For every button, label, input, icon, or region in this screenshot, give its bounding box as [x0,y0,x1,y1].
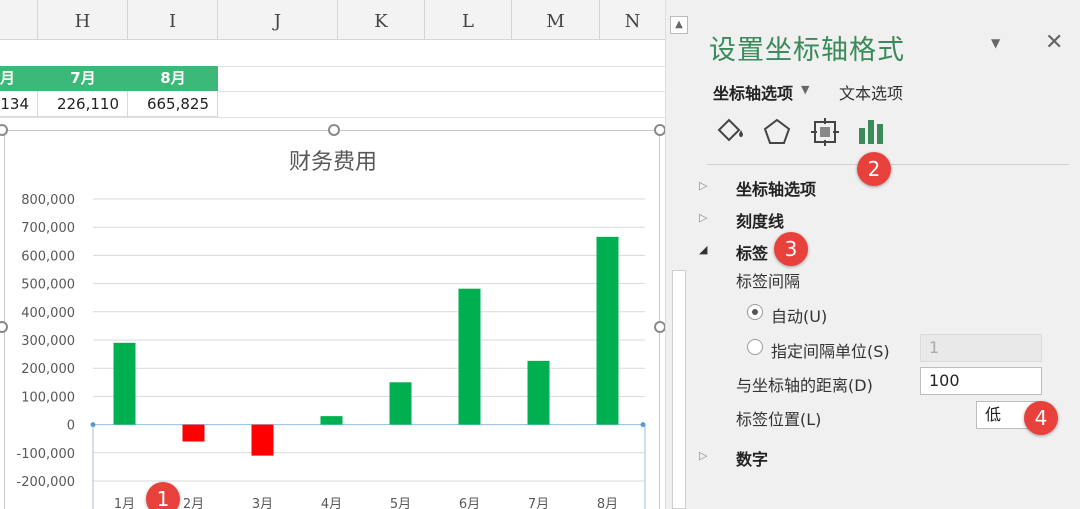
axis-handle [640,422,646,428]
x-tick-label: 2月 [183,497,204,509]
radio-specify-interval-label[interactable]: 指定间隔单位(S) [771,338,890,362]
bar [182,424,205,442]
y-tick-label: 400,000 [21,306,75,321]
section-tick-marks[interactable]: ▷ 刻度线 [699,208,785,232]
bar-chart: 财务费用 800,000 700,000 600,000 500,000 400,000 3… [17,150,646,509]
bar [596,236,619,425]
step-badge-2: 2 [857,152,891,186]
pane-title: 设置坐标轴格式 [709,35,905,66]
table-header-cell[interactable]: 7月 [38,66,128,91]
chevron-right-icon: ▷ [699,211,708,224]
section-label: 刻度线 [736,212,785,231]
chart-title: 财务费用 [289,150,377,175]
bar [320,416,343,425]
table-value-cell[interactable]: 226,110 [38,91,128,117]
x-tick-label: 6月 [459,497,480,509]
step-badge-4: 4 [1024,401,1058,435]
radio-specify-interval[interactable] [747,339,763,355]
vertical-scrollbar[interactable]: ▲ [665,0,691,509]
row-line [0,117,665,118]
y-tick-label: 600,000 [21,249,75,264]
table-value-cell[interactable]: 134 [0,91,38,117]
bar [527,360,550,425]
column-header-g[interactable] [0,0,38,40]
chevron-down-icon: ◢ [699,243,708,256]
x-tick-label: 3月 [252,497,273,509]
resize-handle[interactable] [654,321,665,333]
y-tick-label: 100,000 [21,390,75,405]
column-header-m[interactable]: M [512,0,600,40]
label-interval-label: 标签间隔 [736,272,801,291]
column-header-k[interactable]: K [338,0,425,40]
tab-axis-options[interactable]: 坐标轴选项 [713,80,793,104]
bar [113,342,136,425]
y-tick-label: -100,000 [17,447,75,462]
column-header-l[interactable]: L [425,0,512,40]
column-header-n[interactable]: N [600,0,665,40]
radio-selected-dot [752,309,758,315]
resize-handle[interactable] [328,124,340,136]
chevron-right-icon: ▷ [699,449,708,462]
caret-down-icon[interactable]: ▼ [991,36,1000,50]
radio-auto-label[interactable]: 自动(U) [771,303,827,327]
y-tick-label: 700,000 [21,221,75,236]
y-tick-label: 200,000 [21,362,75,377]
section-number[interactable]: ▷ 数字 [699,446,769,470]
fill-line-icon[interactable] [713,116,745,148]
scroll-thumb[interactable] [672,270,686,509]
y-tick-label: 800,000 [21,193,75,208]
axis-options-bar-icon[interactable] [855,116,887,148]
step-badge-1: 1 [146,482,180,509]
format-axis-pane: 设置坐标轴格式 ▼ ✕ 坐标轴选项 ▼ 文本选项 ▷ 坐标轴选项 ▷ 刻度线 ◢… [691,0,1080,509]
chevron-right-icon: ▷ [699,179,708,192]
axis-handle [90,422,96,428]
x-tick-label: 5月 [390,497,411,509]
spreadsheet: H I J K L M N 月 7月 8月 134 226,110 665,82… [0,0,665,509]
y-tick-label: -200,000 [17,475,75,490]
scroll-up-icon[interactable]: ▲ [670,16,688,34]
interval-unit-input[interactable]: 1 [920,334,1042,362]
bar [251,424,274,456]
section-label: 数字 [736,450,769,469]
y-tick-label: 300,000 [21,334,75,349]
column-header-j[interactable]: J [218,0,338,40]
radio-auto[interactable] [747,304,763,320]
y-tick-label: 500,000 [21,278,75,293]
close-icon[interactable]: ✕ [1045,30,1063,55]
chevron-down-icon[interactable]: ▼ [801,83,809,96]
section-labels[interactable]: ◢ 标签 [699,240,769,264]
distance-input[interactable]: 100 [920,367,1042,395]
column-header-bar: H I J K L M N [0,0,665,40]
resize-handle[interactable] [654,124,665,136]
effects-pentagon-icon[interactable] [761,116,793,148]
table-header-cell[interactable]: 8月 [128,66,218,91]
x-tick-label: 7月 [528,497,549,509]
table-header-cell[interactable]: 月 [0,66,38,91]
x-tick-label: 1月 [114,497,135,509]
chart-area[interactable]: 财务费用 800,000 700,000 600,000 500,000 400,000 3… [4,130,660,509]
tab-text-options[interactable]: 文本选项 [839,80,903,104]
label-position-label: 标签位置(L) [736,410,822,429]
distance-label: 与坐标轴的距离(D) [736,376,873,395]
x-tick-label: 8月 [597,497,618,509]
size-properties-icon[interactable] [809,116,841,148]
x-tick-label: 4月 [321,497,342,509]
column-header-h[interactable]: H [38,0,128,40]
table-value-cell[interactable]: 665,825 [128,91,218,117]
column-header-i[interactable]: I [128,0,218,40]
bar [458,288,481,425]
section-axis-options[interactable]: ▷ 坐标轴选项 [699,176,817,200]
section-label: 标签 [736,244,769,263]
y-tick-label: 0 [67,419,75,434]
step-badge-3: 3 [774,232,808,266]
bar [389,382,412,425]
section-label: 坐标轴选项 [736,180,817,199]
